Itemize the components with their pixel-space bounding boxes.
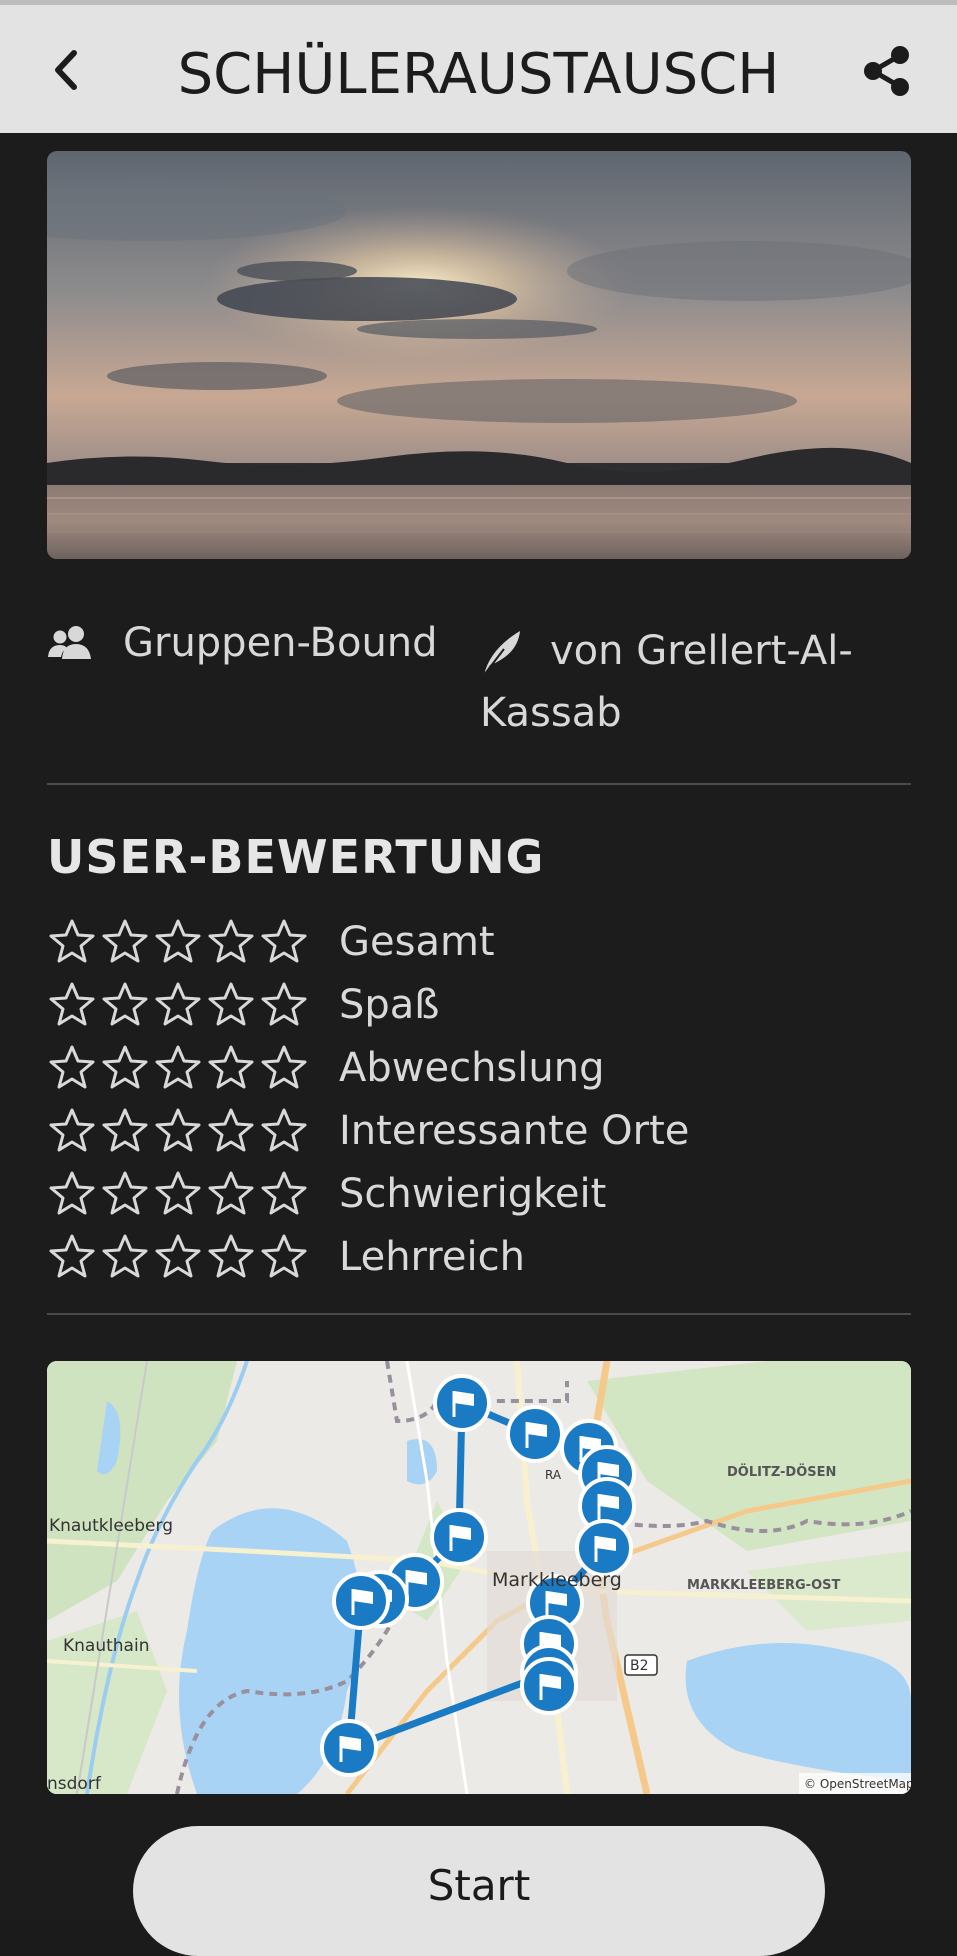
route-map[interactable]: Knautkleeberg Knauthain Markkleeberg MAR… (47, 1361, 911, 1794)
star-outline-icon (261, 982, 307, 1025)
page-title: SCHÜLERAUSTAUSCH (177, 42, 780, 107)
rating-label: Gesamt (339, 918, 495, 965)
group-info: Gruppen-Bound (47, 620, 438, 666)
star-rating (47, 1106, 329, 1156)
group-label: Gruppen-Bound (123, 620, 438, 666)
flag-marker-icon[interactable] (430, 1508, 488, 1566)
star-outline-icon (102, 1045, 148, 1088)
star-rating (47, 917, 329, 967)
group-icon (48, 626, 91, 659)
road-label: B2 (630, 1658, 649, 1674)
star-outline-icon (155, 1045, 201, 1088)
back-button[interactable] (40, 35, 100, 105)
star-outline-icon (155, 919, 201, 962)
star-rating (47, 1232, 329, 1282)
flag-marker-icon[interactable] (320, 1719, 378, 1777)
hero-image (47, 151, 911, 559)
rating-row: Spaß (47, 973, 911, 1036)
star-outline-icon (155, 1234, 201, 1277)
map-label: DÖLITZ-DÖSEN (727, 1464, 836, 1480)
author-info: von Grellert-Al-Kassab (480, 620, 890, 744)
star-rating (47, 980, 329, 1030)
tour-meta: Gruppen-Bound von Grellert-Al-Kassab (47, 620, 911, 750)
star-outline-icon (261, 1234, 307, 1277)
star-outline-icon (155, 982, 201, 1025)
rating-row: Interessante Orte (47, 1099, 911, 1162)
star-outline-icon (49, 1045, 95, 1088)
star-outline-icon (49, 1234, 95, 1277)
flag-marker-icon[interactable] (520, 1657, 578, 1715)
share-icon (864, 46, 909, 96)
divider (47, 1313, 911, 1315)
star-outline-icon (102, 1171, 148, 1214)
star-outline-icon (208, 1045, 254, 1088)
flag-marker-icon[interactable] (506, 1405, 564, 1463)
rating-row: Abwechslung (47, 1036, 911, 1099)
star-outline-icon (49, 982, 95, 1025)
rating-row: Lehrreich (47, 1225, 911, 1288)
rating-row: Schwierigkeit (47, 1162, 911, 1225)
rating-row: Gesamt (47, 910, 911, 973)
star-outline-icon (49, 1108, 95, 1151)
star-outline-icon (208, 982, 254, 1025)
author-label: von Grellert-Al-Kassab (480, 628, 853, 736)
star-outline-icon (102, 982, 148, 1025)
rating-label: Abwechslung (339, 1044, 605, 1091)
start-button[interactable]: Start (133, 1826, 825, 1956)
map-canvas[interactable]: Knautkleeberg Knauthain Markkleeberg MAR… (47, 1361, 911, 1794)
feather-icon (483, 631, 520, 676)
rating-list: Gesamt Spaß Abwechslung Interessante Orte Sc… (47, 910, 911, 1288)
star-outline-icon (208, 1234, 254, 1277)
star-outline-icon (155, 1171, 201, 1214)
star-rating (47, 1043, 329, 1093)
map-label: RA (545, 1468, 562, 1482)
chevron-left-icon (55, 50, 77, 90)
star-outline-icon (261, 1108, 307, 1151)
star-rating (47, 1169, 329, 1219)
star-outline-icon (102, 919, 148, 962)
star-outline-icon (261, 1045, 307, 1088)
star-outline-icon (208, 1171, 254, 1214)
map-label: nsdorf (47, 1774, 102, 1794)
map-label: MARKKLEEBERG-OST (687, 1578, 840, 1593)
star-outline-icon (208, 919, 254, 962)
rating-heading: USER-BEWERTUNG (47, 830, 545, 884)
map-label: Knauthain (63, 1636, 149, 1656)
star-outline-icon (155, 1108, 201, 1151)
star-outline-icon (261, 1171, 307, 1214)
star-outline-icon (208, 1108, 254, 1151)
rating-label: Interessante Orte (339, 1107, 690, 1154)
flag-marker-icon[interactable] (332, 1572, 390, 1630)
star-outline-icon (49, 919, 95, 962)
map-label: Knautkleeberg (49, 1516, 173, 1536)
rating-label: Schwierigkeit (339, 1170, 607, 1217)
flag-marker-icon[interactable] (575, 1519, 633, 1577)
map-attribution[interactable]: © OpenStreetMap (804, 1777, 911, 1791)
star-outline-icon (261, 919, 307, 962)
rating-label: Spaß (339, 981, 440, 1028)
divider (47, 783, 911, 785)
map-label: Markkleeberg (492, 1569, 622, 1591)
star-outline-icon (49, 1171, 95, 1214)
star-outline-icon (102, 1108, 148, 1151)
flag-marker-icon[interactable] (433, 1374, 491, 1432)
app-header: SCHÜLERAUSTAUSCH (0, 5, 957, 133)
star-outline-icon (102, 1234, 148, 1277)
rating-label: Lehrreich (339, 1233, 525, 1280)
share-button[interactable] (857, 41, 917, 101)
